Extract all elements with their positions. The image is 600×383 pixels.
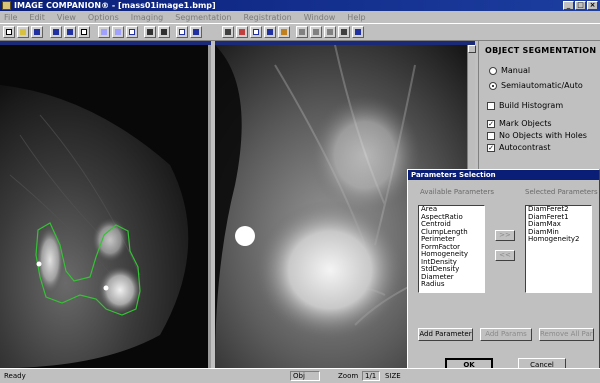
maximize-button[interactable]: □ [575,1,586,10]
autocontrast-label: Autocontrast [499,143,551,152]
open-folder-icon[interactable] [17,26,29,38]
minimize-button[interactable]: _ [563,1,574,10]
parameters-dialog: Parameters Selection Available Parameter… [407,169,600,375]
menu-help[interactable]: Help [347,13,365,22]
eraser-icon[interactable] [310,26,322,38]
brush-icon[interactable] [296,26,308,38]
obj-label: Obj [293,372,305,380]
menu-options[interactable]: Options [88,13,119,22]
measure-icon[interactable] [236,26,248,38]
zoomed-marker-point [235,226,255,246]
add-params-button[interactable]: Add Params [480,328,532,341]
marker-point [103,285,109,291]
zoom-out-icon[interactable] [112,26,124,38]
manual-radio-option[interactable]: Manual [489,66,530,75]
table-icon[interactable] [250,26,262,38]
list-item[interactable]: Radius [419,280,484,289]
build-histogram-checkbox[interactable] [487,101,495,110]
app-icon [2,1,11,10]
save-icon[interactable] [31,26,43,38]
scroll-up-arrow-icon[interactable] [468,45,476,53]
no-holes-label: No Objects with Holes [499,131,587,140]
layout-icon[interactable] [190,26,202,38]
obj-field: Obj [290,371,320,381]
semiauto-radio-option[interactable]: Semiautomatic/Auto [489,81,583,90]
dialog-title: Parameters Selection [408,170,599,180]
available-parameters-list[interactable]: Area AspectRatio Centroid ClumpLength Pe… [418,205,485,293]
menu-bar: File Edit View Options Imaging Segmentat… [0,11,600,23]
selected-label: Selected Parameters [525,188,598,196]
fill-icon[interactable] [338,26,350,38]
hand-icon[interactable] [324,26,336,38]
available-label: Available Parameters [420,188,494,196]
status-bar: Ready Obj Zoom 1/1 SIZE [0,368,600,383]
zoom-value: 1/1 [365,372,377,380]
zoom-label: Zoom [338,372,359,380]
zoom-field: 1/1 [362,371,380,381]
marker-point [36,261,42,267]
fit-window-icon[interactable] [126,26,138,38]
menu-view[interactable]: View [57,13,76,22]
window-title: IMAGE COMPANION® - [mass01image1.bmp] [14,1,216,10]
redo-icon[interactable] [64,26,76,38]
crosshair-icon[interactable] [158,26,170,38]
mark-objects-label: Mark Objects [499,119,552,128]
undo-icon[interactable] [50,26,62,38]
menu-imaging[interactable]: Imaging [131,13,164,22]
segmentation-title: OBJECT SEGMENTATION [485,46,597,55]
title-bar: IMAGE COMPANION® - [mass01image1.bmp] _ … [0,0,600,11]
menu-file[interactable]: File [4,13,17,22]
selected-parameters-list[interactable]: DiamFeret2 DiamFeret1 DiamMax DiamMin Ho… [525,205,592,293]
segmentation-panel: OBJECT SEGMENTATION Manual Semiautomatic… [478,41,600,171]
mammogram-image [0,85,189,368]
mark-objects-checkbox[interactable]: ✓ [487,119,495,128]
build-histogram-label: Build Histogram [499,101,564,110]
camera-icon[interactable] [222,26,234,38]
help-icon[interactable] [352,26,364,38]
size-label: SIZE [385,372,401,380]
zoom-in-icon[interactable] [98,26,110,38]
list-item[interactable]: Homogeneity2 [526,235,591,244]
grid-icon[interactable] [176,26,188,38]
manual-label: Manual [501,66,531,75]
remove-arrow-button[interactable]: << [495,250,515,261]
chart-icon[interactable] [264,26,276,38]
semiauto-label: Semiautomatic/Auto [501,81,583,90]
new-file-icon[interactable] [3,26,15,38]
close-button[interactable]: × [587,1,598,10]
copy-icon[interactable] [78,26,90,38]
pointer-icon[interactable] [144,26,156,38]
autocontrast-option[interactable]: ✓ Autocontrast [487,143,551,152]
manual-radio[interactable] [489,66,497,75]
no-holes-checkbox[interactable] [487,131,495,140]
menu-registration[interactable]: Registration [244,13,292,22]
remove-all-params-button[interactable]: Remove All Params [539,328,594,341]
add-parameter-button[interactable]: Add Parameter [418,328,473,341]
no-holes-option[interactable]: No Objects with Holes [487,131,587,140]
menu-window[interactable]: Window [304,13,336,22]
pencil-icon[interactable] [278,26,290,38]
autocontrast-checkbox[interactable]: ✓ [487,143,495,152]
semiauto-radio[interactable] [489,81,497,90]
mark-objects-option[interactable]: ✓ Mark Objects [487,119,552,128]
menu-edit[interactable]: Edit [29,13,45,22]
build-histogram-option[interactable]: Build Histogram [487,101,563,110]
original-image-panel[interactable] [0,45,211,368]
menu-segmentation[interactable]: Segmentation [175,13,231,22]
toolbar [0,23,600,41]
add-arrow-button[interactable]: >> [495,230,515,241]
status-text: Ready [4,372,26,380]
